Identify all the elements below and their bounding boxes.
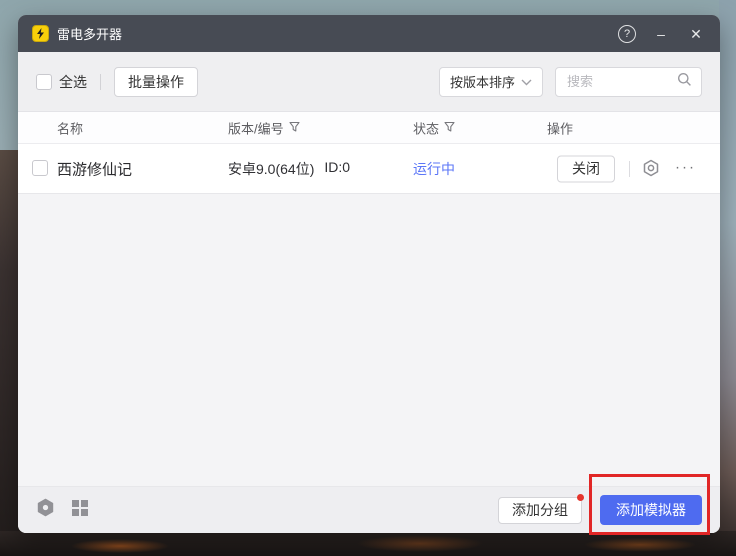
add-group-label: 添加分组 [512, 500, 568, 520]
empty-list-area [18, 194, 720, 486]
grid-view-icon[interactable] [72, 500, 88, 521]
footer-bar: 添加分组 添加模拟器 [18, 486, 720, 533]
column-header-name: 名称 [57, 118, 83, 137]
desktop-wallpaper [0, 531, 736, 556]
batch-operations-button[interactable]: 批量操作 [114, 67, 198, 97]
global-settings-gear-icon[interactable] [36, 498, 55, 522]
toolbar: 全选 批量操作 按版本排序 [18, 52, 720, 111]
select-all-checkbox[interactable] [36, 74, 52, 90]
add-emulator-button[interactable]: 添加模拟器 [600, 495, 702, 525]
add-group-button[interactable]: 添加分组 [498, 497, 582, 524]
table-header: 名称 版本/编号 状态 操作 [18, 111, 720, 144]
sort-dropdown-value: 按版本排序 [450, 72, 515, 91]
desktop: 雷电多开器 ? – ✕ 全选 批量操作 按版本排序 [0, 0, 736, 556]
desktop-wallpaper [0, 150, 20, 556]
column-header-status: 状态 [413, 118, 455, 137]
emulator-android-version: 安卓9.0(64位) [228, 159, 314, 179]
toolbar-right: 按版本排序 [439, 67, 702, 97]
column-header-action: 操作 [547, 118, 573, 137]
column-header-version-label: 版本/编号 [228, 118, 284, 137]
more-options-icon[interactable]: ··· [675, 158, 696, 175]
emulator-settings-gear-icon[interactable] [642, 159, 660, 182]
filter-funnel-icon[interactable] [289, 120, 300, 135]
close-emulator-button[interactable]: 关闭 [557, 155, 615, 182]
column-header-action-label: 操作 [547, 118, 573, 137]
emulator-name: 西游修仙记 [57, 158, 132, 179]
row-checkbox[interactable] [32, 160, 48, 176]
sort-dropdown[interactable]: 按版本排序 [439, 67, 543, 97]
minimize-icon[interactable]: – [651, 27, 671, 41]
window-controls: ? – ✕ [618, 25, 706, 43]
emulator-version: 安卓9.0(64位) ID:0 [228, 159, 350, 179]
close-icon[interactable]: ✕ [686, 27, 706, 41]
column-header-version: 版本/编号 [228, 118, 300, 137]
chevron-down-icon [521, 74, 532, 89]
search-icon [677, 72, 692, 92]
filter-funnel-icon[interactable] [444, 120, 455, 135]
search-input[interactable] [565, 73, 677, 90]
status-badge-running: 运行中 [413, 159, 455, 179]
column-header-name-label: 名称 [57, 118, 83, 137]
column-header-status-label: 状态 [413, 118, 439, 137]
app-window: 雷电多开器 ? – ✕ 全选 批量操作 按版本排序 [18, 15, 720, 533]
app-logo-lightning-icon [32, 25, 49, 42]
desktop-wallpaper [719, 0, 736, 556]
title-bar: 雷电多开器 ? – ✕ [18, 15, 720, 52]
emulator-instance-id: ID:0 [324, 159, 350, 179]
notification-dot-badge [577, 494, 584, 501]
toolbar-divider [100, 74, 101, 90]
footer-right: 添加分组 添加模拟器 [498, 495, 702, 525]
emulator-row: 西游修仙记 安卓9.0(64位) ID:0 运行中 关闭 ··· [18, 144, 720, 194]
help-icon[interactable]: ? [618, 25, 636, 43]
search-box[interactable] [555, 67, 702, 97]
row-action-divider [629, 161, 630, 177]
select-all-label[interactable]: 全选 [59, 72, 87, 92]
window-title: 雷电多开器 [57, 24, 122, 43]
